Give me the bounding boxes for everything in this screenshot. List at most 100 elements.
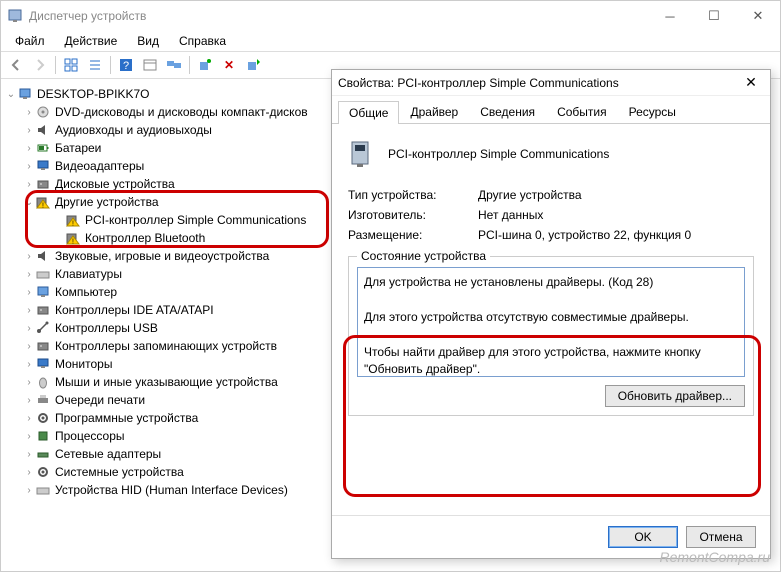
category-icon: [35, 338, 51, 354]
tree-item-label: Системные устройства: [55, 465, 184, 479]
titlebar: Диспетчер устройств ─ ☐ ✕: [1, 1, 780, 31]
status-line: Чтобы найти драйвер для этого устройства…: [364, 344, 738, 377]
tree-root-label: DESKTOP-BPIKK7O: [37, 87, 149, 101]
list-icon[interactable]: [84, 54, 106, 76]
tree-item-label: Дисковые устройства: [55, 177, 175, 191]
uninstall-icon[interactable]: ✕: [218, 54, 240, 76]
help-icon[interactable]: ?: [115, 54, 137, 76]
tree-item-label: Процессоры: [55, 429, 125, 443]
forward-button[interactable]: [29, 54, 51, 76]
tree-item-label: Клавиатуры: [55, 267, 122, 281]
dialog-close-button[interactable]: ✕: [738, 74, 764, 91]
svg-text:!: !: [72, 239, 74, 246]
computers-icon[interactable]: [163, 54, 185, 76]
tree-item-label: Компьютер: [55, 285, 117, 299]
grid-icon[interactable]: [60, 54, 82, 76]
device-status-text[interactable]: Для устройства не установлены драйверы. …: [357, 267, 745, 377]
tree-item-label: Звуковые, игровые и видеоустройства: [55, 249, 269, 263]
expand-icon[interactable]: ›: [23, 413, 35, 424]
tab-driver[interactable]: Драйвер: [399, 100, 469, 123]
expand-icon[interactable]: ›: [23, 251, 35, 262]
back-button[interactable]: [5, 54, 27, 76]
expand-icon[interactable]: ›: [23, 161, 35, 172]
device-status-group: Состояние устройства Для устройства не у…: [348, 256, 754, 416]
expand-icon[interactable]: ›: [23, 179, 35, 190]
menubar: Файл Действие Вид Справка: [1, 31, 780, 51]
expand-icon[interactable]: ›: [23, 359, 35, 370]
category-icon: [35, 140, 51, 156]
status-line: Для устройства не установлены драйверы. …: [364, 274, 738, 291]
ok-button[interactable]: OK: [608, 526, 678, 548]
tab-details[interactable]: Сведения: [469, 100, 546, 123]
tree-item-label: DVD-дисководы и дисководы компакт-дисков: [55, 105, 308, 119]
expand-icon[interactable]: ›: [23, 395, 35, 406]
category-icon: [35, 284, 51, 300]
category-icon: [35, 320, 51, 336]
tab-general[interactable]: Общие: [338, 101, 399, 124]
update-driver-button[interactable]: Обновить драйвер...: [605, 385, 745, 407]
tree-item-label: Аудиовходы и аудиовыходы: [55, 123, 212, 137]
close-button[interactable]: ✕: [736, 1, 780, 31]
type-label: Тип устройства:: [348, 188, 478, 202]
expand-icon[interactable]: ›: [23, 377, 35, 388]
tab-events[interactable]: События: [546, 100, 618, 123]
category-icon: [35, 248, 51, 264]
expand-icon[interactable]: ›: [23, 269, 35, 280]
expand-icon[interactable]: ›: [23, 305, 35, 316]
status-group-title: Состояние устройства: [357, 249, 490, 263]
category-icon: [35, 428, 51, 444]
svg-text:?: ?: [123, 60, 129, 72]
device-icon: [348, 138, 376, 170]
scan-hardware-icon[interactable]: [194, 54, 216, 76]
menu-view[interactable]: Вид: [129, 32, 167, 50]
minimize-button[interactable]: ─: [648, 1, 692, 31]
tree-item-label: Мыши и иные указывающие устройства: [55, 375, 278, 389]
update-driver-icon[interactable]: [242, 54, 264, 76]
menu-action[interactable]: Действие: [57, 32, 126, 50]
dialog-titlebar: Свойства: PCI-контроллер Simple Communic…: [332, 70, 770, 96]
app-icon: [7, 8, 23, 24]
expand-icon[interactable]: ›: [23, 431, 35, 442]
category-icon: [35, 302, 51, 318]
properties-icon[interactable]: [139, 54, 161, 76]
tab-resources[interactable]: Ресурсы: [618, 100, 687, 123]
tree-item-label: Мониторы: [55, 357, 112, 371]
expand-icon[interactable]: ›: [23, 485, 35, 496]
expand-icon[interactable]: ›: [23, 323, 35, 334]
expand-icon[interactable]: ›: [23, 143, 35, 154]
expand-icon[interactable]: ⌄: [23, 197, 35, 208]
tree-item-label: Очереди печати: [55, 393, 145, 407]
menu-file[interactable]: Файл: [7, 32, 53, 50]
tree-item-label: Контроллеры USB: [55, 321, 158, 335]
expand-icon[interactable]: ›: [23, 341, 35, 352]
expand-icon[interactable]: ⌄: [5, 89, 17, 100]
tree-item-label: PCI-контроллер Simple Communications: [85, 213, 306, 227]
location-value: PCI-шина 0, устройство 22, функция 0: [478, 228, 691, 242]
menu-help[interactable]: Справка: [171, 32, 234, 50]
category-icon: !: [65, 230, 81, 246]
expand-icon[interactable]: ›: [23, 125, 35, 136]
category-icon: [35, 104, 51, 120]
category-icon: [35, 176, 51, 192]
tree-item-label: Другие устройства: [55, 195, 159, 209]
tree-item-label: Кoнтроллер Bluetooth: [85, 231, 205, 245]
maximize-button[interactable]: ☐: [692, 1, 736, 31]
location-label: Размещение:: [348, 228, 478, 242]
tree-item-label: Видеоадаптеры: [55, 159, 144, 173]
expand-icon[interactable]: ›: [23, 107, 35, 118]
expand-icon[interactable]: ›: [23, 449, 35, 460]
device-name: PCI-контроллер Simple Communications: [388, 147, 609, 161]
computer-icon: [17, 86, 33, 102]
manufacturer-value: Нет данных: [478, 208, 543, 222]
svg-text:!: !: [72, 221, 74, 228]
category-icon: [35, 374, 51, 390]
dialog-title: Свойства: PCI-контроллер Simple Communic…: [338, 76, 619, 90]
cancel-button[interactable]: Отмена: [686, 526, 756, 548]
window-title: Диспетчер устройств: [29, 9, 146, 23]
category-icon: [35, 266, 51, 282]
expand-icon[interactable]: ›: [23, 467, 35, 478]
tree-item-label: Устройства HID (Human Interface Devices): [55, 483, 288, 497]
expand-icon[interactable]: ›: [23, 287, 35, 298]
category-icon: [35, 482, 51, 498]
tree-item-label: Сетевые адаптеры: [55, 447, 161, 461]
